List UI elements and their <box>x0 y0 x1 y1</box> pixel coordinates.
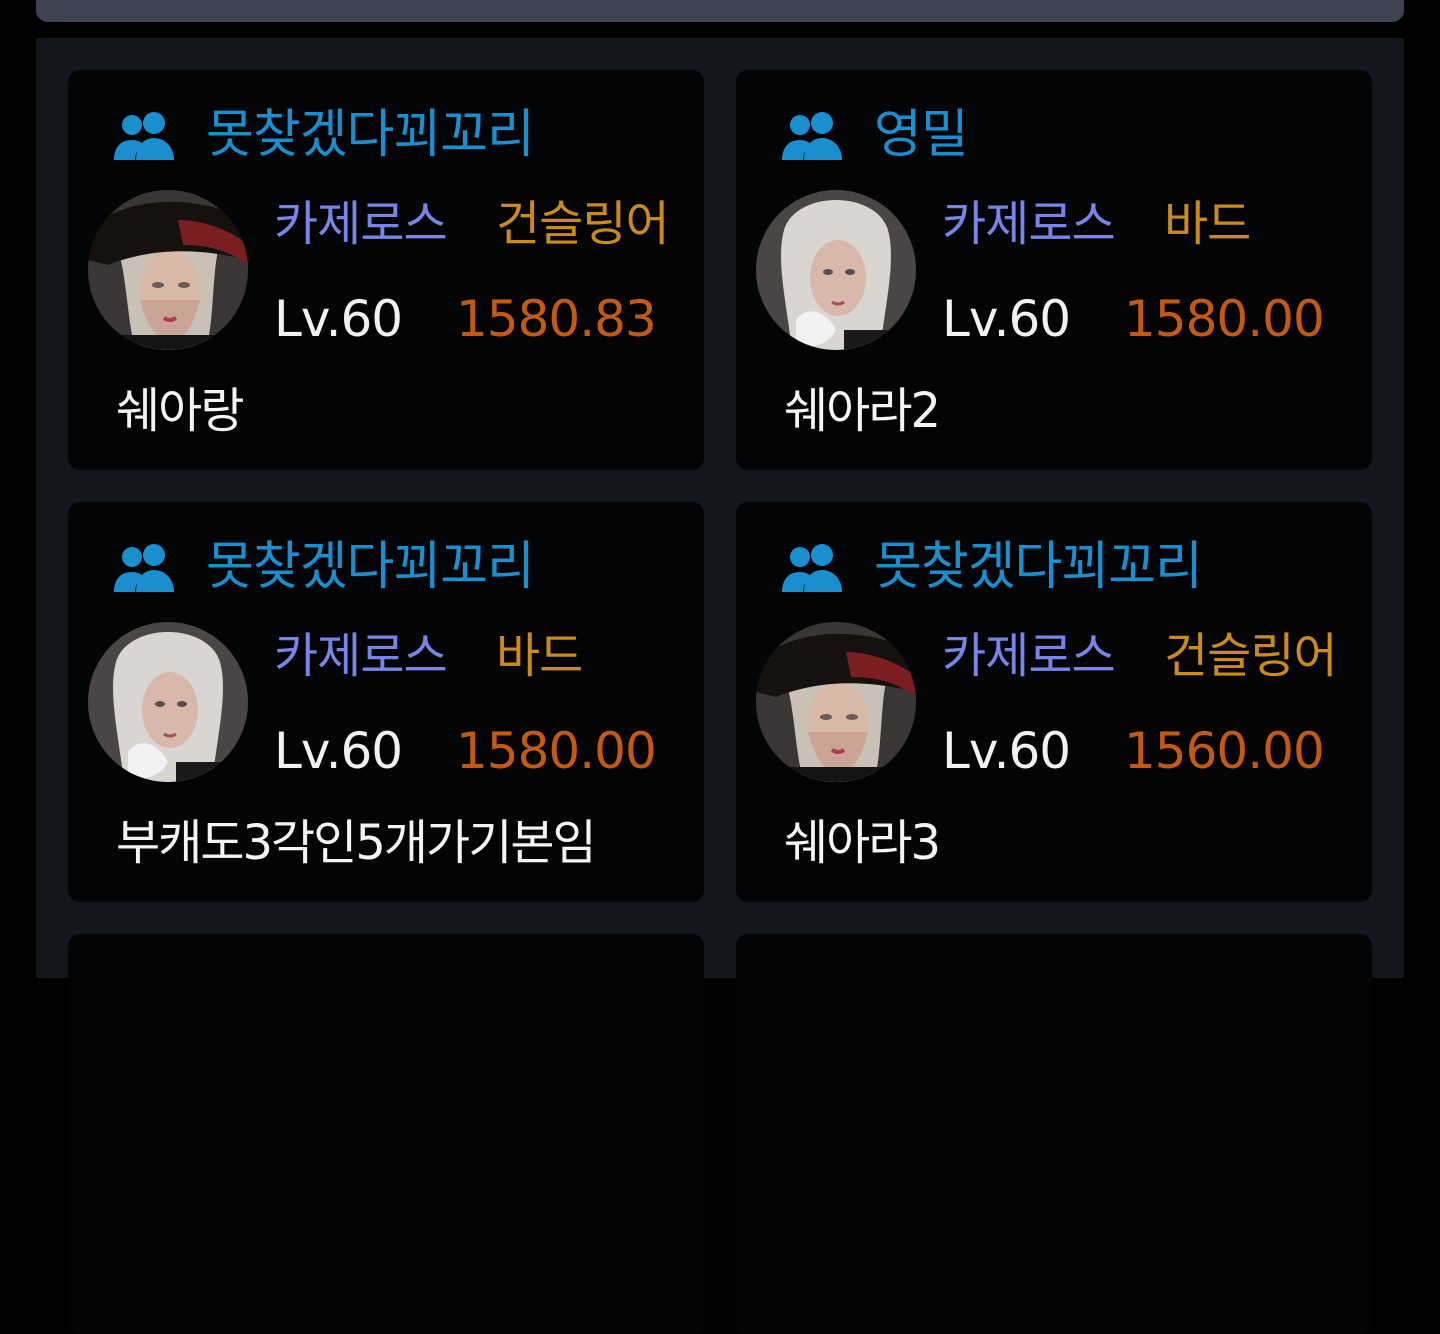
guild-row: 영밀 <box>782 100 969 170</box>
gunslinger-portrait-icon <box>88 190 248 350</box>
users-icon <box>114 110 180 160</box>
guild-row: 못찾겠다꾀꼬리 <box>782 532 1203 602</box>
guild-row: 못찾겠다꾀꼬리 <box>114 532 535 602</box>
character-level: Lv.60 <box>942 722 1071 780</box>
guild-row: 못찾겠다꾀꼬리 <box>114 100 535 170</box>
guild-name: 못찾겠다꾀꼬리 <box>206 537 535 597</box>
character-card[interactable]: 못찾겠다꾀꼬리 카제로스 건슬링어 Lv.60 1580.83 쉐아랑 <box>68 70 704 470</box>
character-card[interactable]: 못찾겠다꾀꼬리 카제로스 바드 Lv.60 1580.00 부캐도3각인5개가기… <box>68 502 704 902</box>
item-level: 1580.83 <box>456 290 657 348</box>
character-name: 쉐아랑 <box>116 383 244 439</box>
avatar <box>88 190 248 350</box>
server-name: 카제로스 <box>274 196 448 252</box>
character-card[interactable] <box>68 934 704 1334</box>
character-name: 쉐아라2 <box>784 383 941 439</box>
character-level: Lv.60 <box>942 290 1071 348</box>
class-name: 건슬링어 <box>1164 628 1338 684</box>
class-name: 바드 <box>1164 196 1251 252</box>
class-name: 바드 <box>496 628 583 684</box>
bard-portrait-icon <box>756 190 916 350</box>
character-name: 부캐도3각인5개가기본임 <box>116 815 597 871</box>
avatar <box>88 622 248 782</box>
item-level: 1580.00 <box>456 722 657 780</box>
character-list-panel: 못찾겠다꾀꼬리 카제로스 건슬링어 Lv.60 1580.83 쉐아랑 영밀 카… <box>36 38 1404 1334</box>
character-card[interactable]: 못찾겠다꾀꼬리 카제로스 건슬링어 Lv.60 1560.00 쉐아라3 <box>736 502 1372 902</box>
character-card[interactable] <box>736 934 1372 1334</box>
character-name: 쉐아라3 <box>784 815 941 871</box>
character-level: Lv.60 <box>274 722 403 780</box>
avatar <box>756 190 916 350</box>
server-name: 카제로스 <box>942 196 1116 252</box>
guild-name: 영밀 <box>874 105 969 165</box>
guild-name: 못찾겠다꾀꼬리 <box>206 105 535 165</box>
gunslinger-portrait-icon <box>756 622 916 782</box>
character-level: Lv.60 <box>274 290 403 348</box>
class-name: 건슬링어 <box>496 196 670 252</box>
top-search-bar[interactable] <box>36 0 1404 22</box>
users-icon <box>114 542 180 592</box>
item-level: 1580.00 <box>1124 290 1325 348</box>
character-card[interactable]: 영밀 카제로스 바드 Lv.60 1580.00 쉐아라2 <box>736 70 1372 470</box>
users-icon <box>782 542 848 592</box>
server-name: 카제로스 <box>274 628 448 684</box>
server-name: 카제로스 <box>942 628 1116 684</box>
avatar <box>756 622 916 782</box>
users-icon <box>782 110 848 160</box>
item-level: 1560.00 <box>1124 722 1325 780</box>
bard-portrait-icon <box>88 622 248 782</box>
guild-name: 못찾겠다꾀꼬리 <box>874 537 1203 597</box>
